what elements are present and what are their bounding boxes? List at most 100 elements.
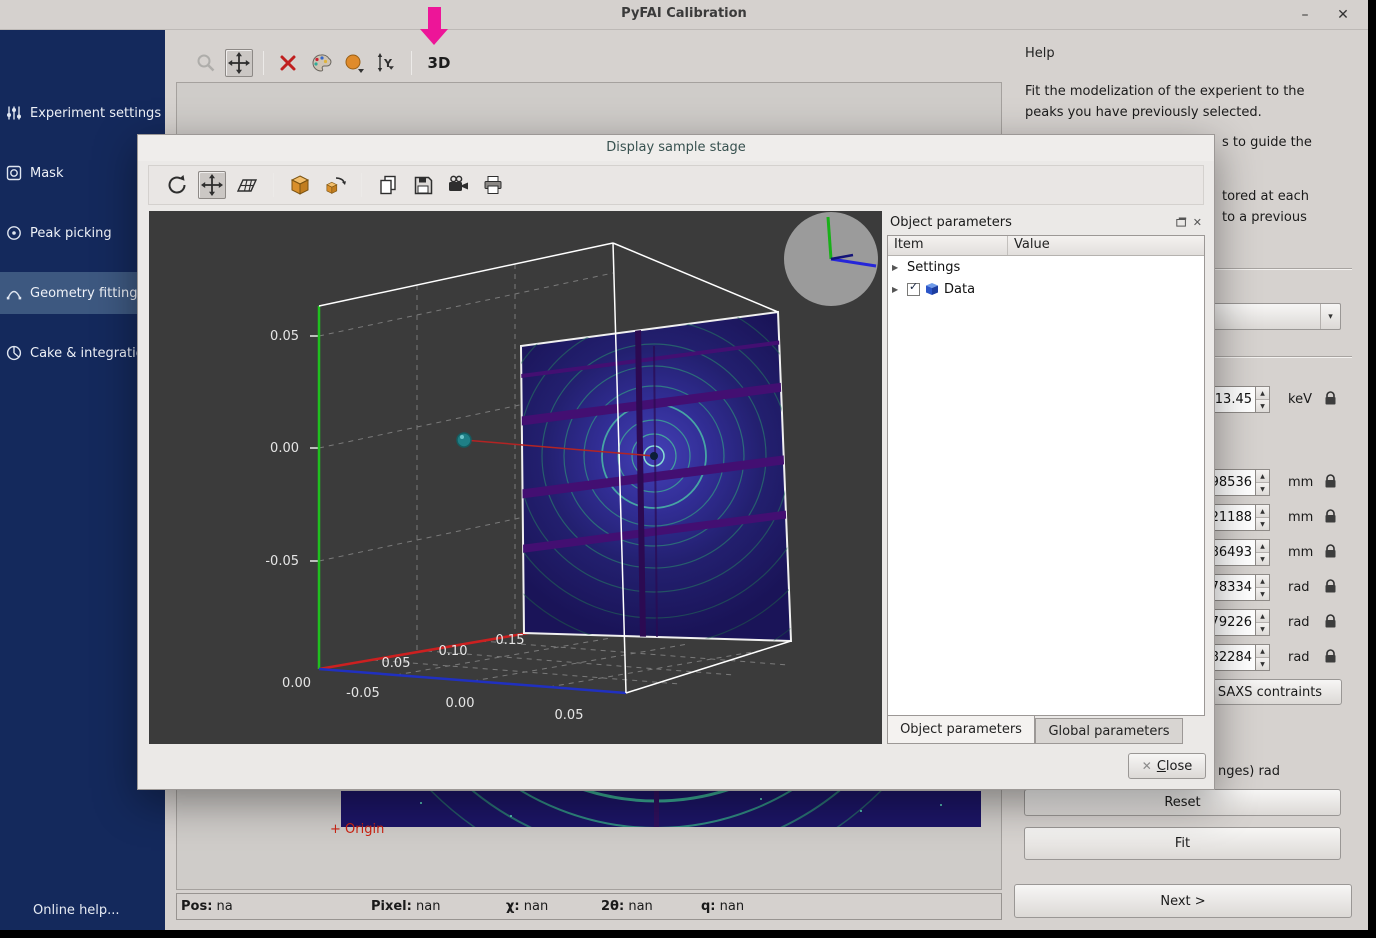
rotate-scene-icon[interactable] — [321, 171, 349, 199]
column-item: Item — [888, 236, 1008, 255]
z-tick-label: 0.05 — [270, 329, 299, 344]
lock-icon[interactable] — [1324, 391, 1337, 406]
float-panel-icon[interactable] — [1176, 217, 1187, 227]
pan-icon[interactable] — [198, 171, 226, 199]
tree-header: Item Value — [888, 236, 1204, 256]
main-window: PyFAI Calibration – ✕ Experiment setting… — [0, 0, 1368, 930]
spinner-arrows[interactable]: ▲▼ — [1255, 644, 1270, 671]
spinner-arrows[interactable]: ▲▼ — [1255, 504, 1270, 531]
pie-icon — [5, 344, 23, 362]
minimize-icon: – — [1302, 7, 1309, 23]
spinner-arrows[interactable]: ▲▼ — [1255, 386, 1270, 413]
lock-icon[interactable] — [1324, 509, 1337, 524]
spinner-arrows[interactable]: ▲▼ — [1255, 539, 1270, 566]
spinner-down-icon[interactable]: ▼ — [1256, 400, 1269, 412]
object-parameters-panel: Object parameters ✕ Item Value ▶ Setting… — [887, 211, 1205, 744]
title-bar: PyFAI Calibration – ✕ — [0, 0, 1368, 30]
fit-button[interactable]: Fit — [1024, 827, 1341, 860]
spinner-down-icon[interactable]: ▼ — [1256, 588, 1269, 600]
column-value: Value — [1008, 236, 1056, 255]
palette-icon[interactable] — [307, 49, 335, 77]
unit-label: mm — [1288, 510, 1318, 525]
unit-label: keV — [1288, 392, 1318, 407]
unit-label: mm — [1288, 545, 1318, 560]
tree-row-settings[interactable]: ▶ Settings — [888, 256, 1204, 278]
tab-global-parameters[interactable]: Global parameters — [1035, 718, 1183, 744]
target-icon — [5, 224, 23, 242]
reset-button[interactable]: Reset — [1024, 789, 1341, 816]
minimize-button[interactable]: – — [1292, 4, 1318, 26]
expand-icon[interactable]: ▶ — [892, 263, 902, 272]
spinner-down-icon[interactable]: ▼ — [1256, 658, 1269, 670]
3d-viewport[interactable]: 0.05 0.00 -0.05 0.00 -0.05 0.05 0.10 0.1… — [149, 211, 882, 744]
spinner-down-icon[interactable]: ▼ — [1256, 518, 1269, 530]
pan-icon[interactable] — [225, 49, 253, 77]
x-tick-label: -0.05 — [346, 686, 380, 701]
lock-icon[interactable] — [1324, 614, 1337, 629]
lock-icon[interactable] — [1324, 544, 1337, 559]
marker-color-icon[interactable] — [340, 49, 368, 77]
spinner-up-icon[interactable]: ▲ — [1256, 540, 1269, 553]
rotate-view-icon[interactable] — [163, 171, 191, 199]
close-x-icon: ✕ — [1142, 759, 1152, 773]
expand-icon[interactable]: ▶ — [892, 285, 902, 294]
dialog-toolbar — [148, 165, 1204, 205]
lock-icon[interactable] — [1324, 579, 1337, 594]
sliders-icon — [5, 104, 23, 122]
y-tick-label: 0.00 — [446, 696, 475, 711]
tab-object-parameters[interactable]: Object parameters — [887, 716, 1035, 744]
save-icon[interactable] — [409, 171, 437, 199]
x-tick-label: 0.10 — [439, 644, 468, 659]
panel-title: Object parameters — [890, 215, 1012, 230]
spinner-down-icon[interactable]: ▼ — [1256, 553, 1269, 565]
spinner-up-icon[interactable]: ▲ — [1256, 610, 1269, 623]
tree-row-label: Data — [944, 282, 975, 297]
clear-icon[interactable] — [274, 49, 302, 77]
y-axis-icon[interactable]: Y — [373, 49, 401, 77]
toolbar-separator — [411, 51, 412, 75]
spinner-up-icon[interactable]: ▲ — [1256, 505, 1269, 518]
sidebar-item-experiment-settings[interactable]: Experiment settings — [0, 92, 165, 134]
dialog-close-button[interactable]: ✕ Close — [1128, 753, 1206, 779]
video-record-icon[interactable] — [444, 171, 472, 199]
status-bar: Pos: na Pixel: nan χ: nan 2θ: nan q: nan — [176, 893, 1002, 920]
spinner-up-icon[interactable]: ▲ — [1256, 575, 1269, 588]
zoom-icon[interactable] — [192, 49, 220, 77]
spinner-arrows[interactable]: ▲▼ — [1255, 574, 1270, 601]
spinner-down-icon[interactable]: ▼ — [1256, 623, 1269, 635]
annotation-arrow-icon — [420, 7, 448, 45]
screen: PyFAI Calibration – ✕ Experiment setting… — [0, 0, 1376, 938]
status-pos: Pos: na — [181, 899, 233, 914]
spinner-up-icon[interactable]: ▲ — [1256, 645, 1269, 658]
close-button[interactable]: ✕ — [1330, 4, 1356, 26]
dialog-title: Display sample stage — [138, 135, 1214, 161]
data-visibility-checkbox[interactable]: ✓ — [907, 283, 920, 296]
next-button[interactable]: Next > — [1014, 884, 1352, 918]
mask-icon — [5, 164, 23, 182]
zoom-plane-icon[interactable] — [233, 171, 261, 199]
spinner-arrows[interactable]: ▲▼ — [1255, 469, 1270, 496]
online-help-link[interactable]: Online help... — [33, 903, 120, 918]
bounding-box-icon[interactable] — [286, 171, 314, 199]
tree-row-data[interactable]: ▶ ✓ Data — [888, 278, 1204, 300]
view-3d-button[interactable]: 3D — [422, 49, 456, 77]
spinner-down-icon[interactable]: ▼ — [1256, 483, 1269, 495]
spinner-up-icon[interactable]: ▲ — [1256, 470, 1269, 483]
copy-icon[interactable] — [374, 171, 402, 199]
cube-icon — [925, 282, 939, 296]
spinner-arrows[interactable]: ▲▼ — [1255, 609, 1270, 636]
x-tick-label: 0.15 — [496, 633, 525, 648]
origin-marker-label: + Origin — [330, 822, 384, 837]
saxs-constraints-button[interactable]: SAXS contraints — [1198, 679, 1342, 705]
print-icon[interactable] — [479, 171, 507, 199]
lock-icon[interactable] — [1324, 474, 1337, 489]
lock-icon[interactable] — [1324, 649, 1337, 664]
tree-row-label: Settings — [907, 260, 960, 275]
close-panel-icon[interactable]: ✕ — [1193, 216, 1202, 229]
unit-label: rad — [1288, 650, 1318, 665]
spinner-up-icon[interactable]: ▲ — [1256, 387, 1269, 400]
status-q: q: nan — [701, 899, 744, 914]
orientation-gizmo[interactable] — [784, 212, 878, 306]
help-text-fragment: to a previous — [1222, 210, 1307, 225]
parameters-tree: Item Value ▶ Settings ▶ ✓ Data — [887, 235, 1205, 716]
